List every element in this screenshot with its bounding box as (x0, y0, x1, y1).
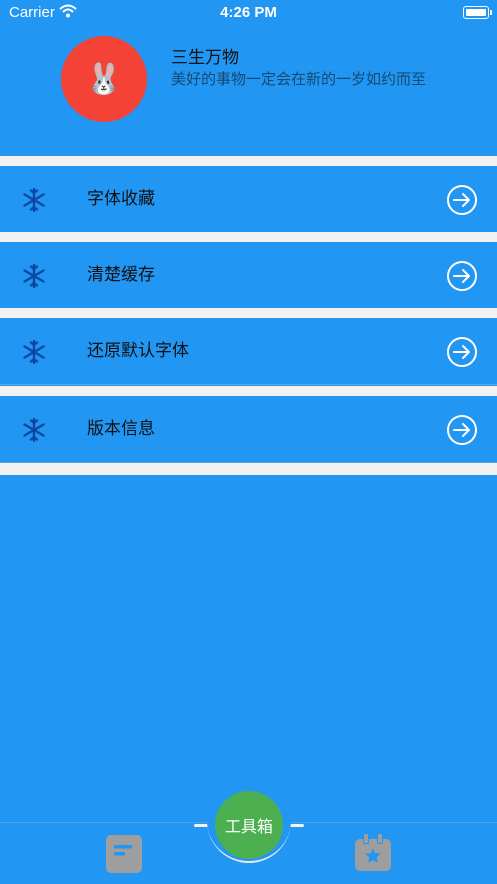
menu-item-clear-cache[interactable]: 清楚缓存 (0, 242, 497, 309)
snowflake-icon (23, 339, 45, 365)
toolbox-button[interactable]: 工具箱 (215, 791, 283, 859)
divider (0, 308, 497, 318)
profile-motto: 美好的事物一定会在新的一岁如约而至 (171, 70, 427, 88)
menu-item-font-collection[interactable]: 字体收藏 (0, 166, 497, 233)
clock: 4:26 PM (220, 4, 277, 21)
snowflake-icon (23, 187, 45, 213)
avatar[interactable]: 🐰 (61, 36, 147, 122)
divider (0, 232, 497, 242)
profile-name: 三生万物 (171, 48, 239, 68)
tab-favorites[interactable] (355, 833, 391, 871)
menu-item-label: 字体收藏 (87, 189, 155, 209)
status-bar: Carrier 4:26 PM (0, 0, 497, 26)
menu-item-label: 清楚缓存 (87, 265, 155, 285)
calendar-star-icon (365, 848, 381, 863)
arrow-circle-right-icon (447, 261, 477, 291)
snowflake-icon (23, 263, 45, 289)
divider (0, 463, 497, 475)
tab-notes[interactable] (106, 835, 142, 873)
arrow-circle-right-icon (447, 337, 477, 367)
arrow-circle-right-icon (447, 415, 477, 445)
calendar-peg (363, 833, 369, 844)
menu-item-restore-default-font[interactable]: 还原默认字体 (0, 318, 497, 385)
menu-item-label: 还原默认字体 (87, 341, 189, 361)
calendar-peg (377, 833, 383, 844)
rabbit-icon: 🐰 (85, 61, 123, 97)
notes-icon (114, 845, 132, 856)
battery-icon (463, 6, 492, 19)
divider (0, 156, 497, 166)
menu-item-version-info[interactable]: 版本信息 (0, 396, 497, 463)
menu-item-label: 版本信息 (87, 419, 155, 439)
arrow-circle-right-icon (447, 185, 477, 215)
snowflake-icon (23, 417, 45, 443)
divider (0, 386, 497, 396)
profile-header: 🐰 三生万物 美好的事物一定会在新的一岁如约而至 (0, 26, 497, 156)
